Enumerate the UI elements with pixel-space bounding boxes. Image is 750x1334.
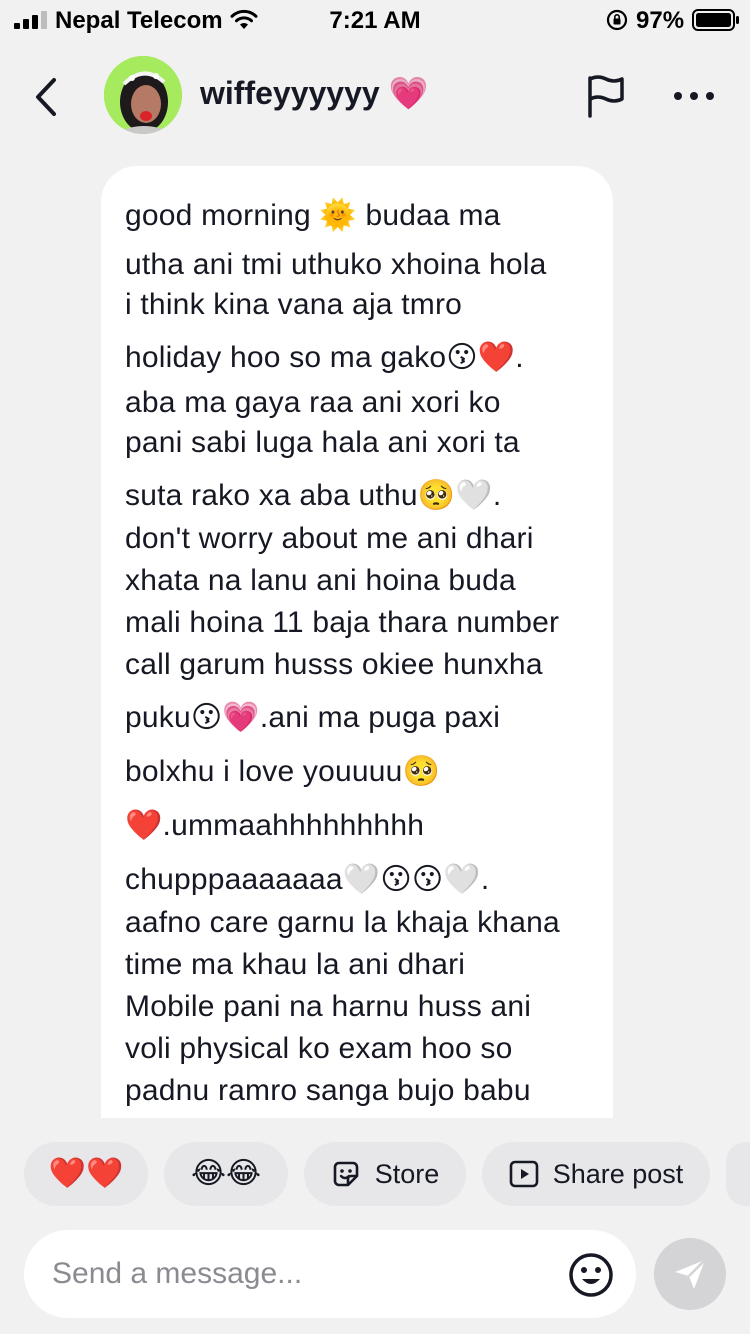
message-line: don't worry about me ani dhari <box>125 522 534 555</box>
message-line: aba ma gaya raa ani xori ko <box>125 386 501 419</box>
back-icon[interactable] <box>30 76 62 118</box>
quick-reply-hearts-chip[interactable]: ❤️❤️ <box>24 1142 148 1206</box>
message-line: holiday hoo so ma gako😗❤️. <box>125 341 524 374</box>
message-line: mali hoina 11 baja thara number <box>125 606 560 639</box>
message-line: padnu ramro sanga bujo babu <box>125 1074 531 1107</box>
share-post-chip[interactable]: Share post <box>482 1142 710 1206</box>
message-input[interactable] <box>50 1250 554 1298</box>
status-bar: Nepal Telecom 7:21 AM 97% <box>0 0 750 40</box>
message-line: chupppaaaaaaa🤍😗😗🤍. <box>125 863 490 896</box>
chip-label: Store <box>374 1158 440 1189</box>
battery-icon <box>692 9 739 31</box>
chip-label: 😂😂 <box>190 1157 262 1190</box>
message-line: aafno care garnu la khaja khana <box>125 906 560 939</box>
message-line: i think kina vana aja tmro <box>125 288 463 321</box>
store-chip[interactable]: Store <box>304 1142 466 1206</box>
message-line: call garum husss okiee hunxha <box>125 648 543 681</box>
message-bubble[interactable]: good morning 🌞 budaa ma utha ani tmi uth… <box>101 166 613 1118</box>
play-icon <box>509 1160 539 1188</box>
emoji-icon[interactable] <box>568 1252 614 1298</box>
message-line: ❤️.ummaahhhhhhhhh <box>125 809 425 842</box>
message-composer[interactable] <box>24 1230 636 1318</box>
flag-icon[interactable] <box>584 74 628 118</box>
sticker-icon <box>333 1161 359 1187</box>
message-line: utha ani tmi uthuko xhoina hola <box>125 248 547 281</box>
message-line: pani sabi luga hala ani xori ta <box>125 426 520 459</box>
message-line: xhata na lanu ani hoina buda <box>125 564 516 597</box>
message-line: Mobile pani na harnu huss ani <box>125 990 532 1023</box>
send-icon <box>675 1259 706 1289</box>
quick-reply-laugh-chip[interactable]: 😂😂 <box>164 1142 288 1206</box>
message-line: good morning 🌞 budaa ma <box>125 199 501 232</box>
avatar-image <box>104 56 182 134</box>
more-chips-partial[interactable] <box>726 1142 750 1206</box>
chip-label: ❤️❤️ <box>48 1157 124 1190</box>
message-line: suta rako xa aba uthu🥺🤍. <box>125 479 502 512</box>
orientation-lock-icon <box>606 9 628 31</box>
message-line: bolxhu i love youuuu🥺 <box>125 755 441 788</box>
chat-title[interactable]: wiffeyyyyyy 💗 <box>200 74 428 112</box>
message-line: puku😗💗.ani ma puga paxi <box>125 701 501 734</box>
send-button[interactable] <box>654 1238 726 1310</box>
avatar[interactable] <box>104 56 182 134</box>
chat-header: wiffeyyyyyy 💗 <box>0 44 750 148</box>
chip-label: Share post <box>552 1158 684 1189</box>
message-line: time ma khau la ani dhari <box>125 948 466 981</box>
more-icon[interactable] <box>672 84 716 108</box>
message-line: voli physical ko exam hoo so <box>125 1032 513 1065</box>
battery-percent: 97% <box>636 7 685 34</box>
